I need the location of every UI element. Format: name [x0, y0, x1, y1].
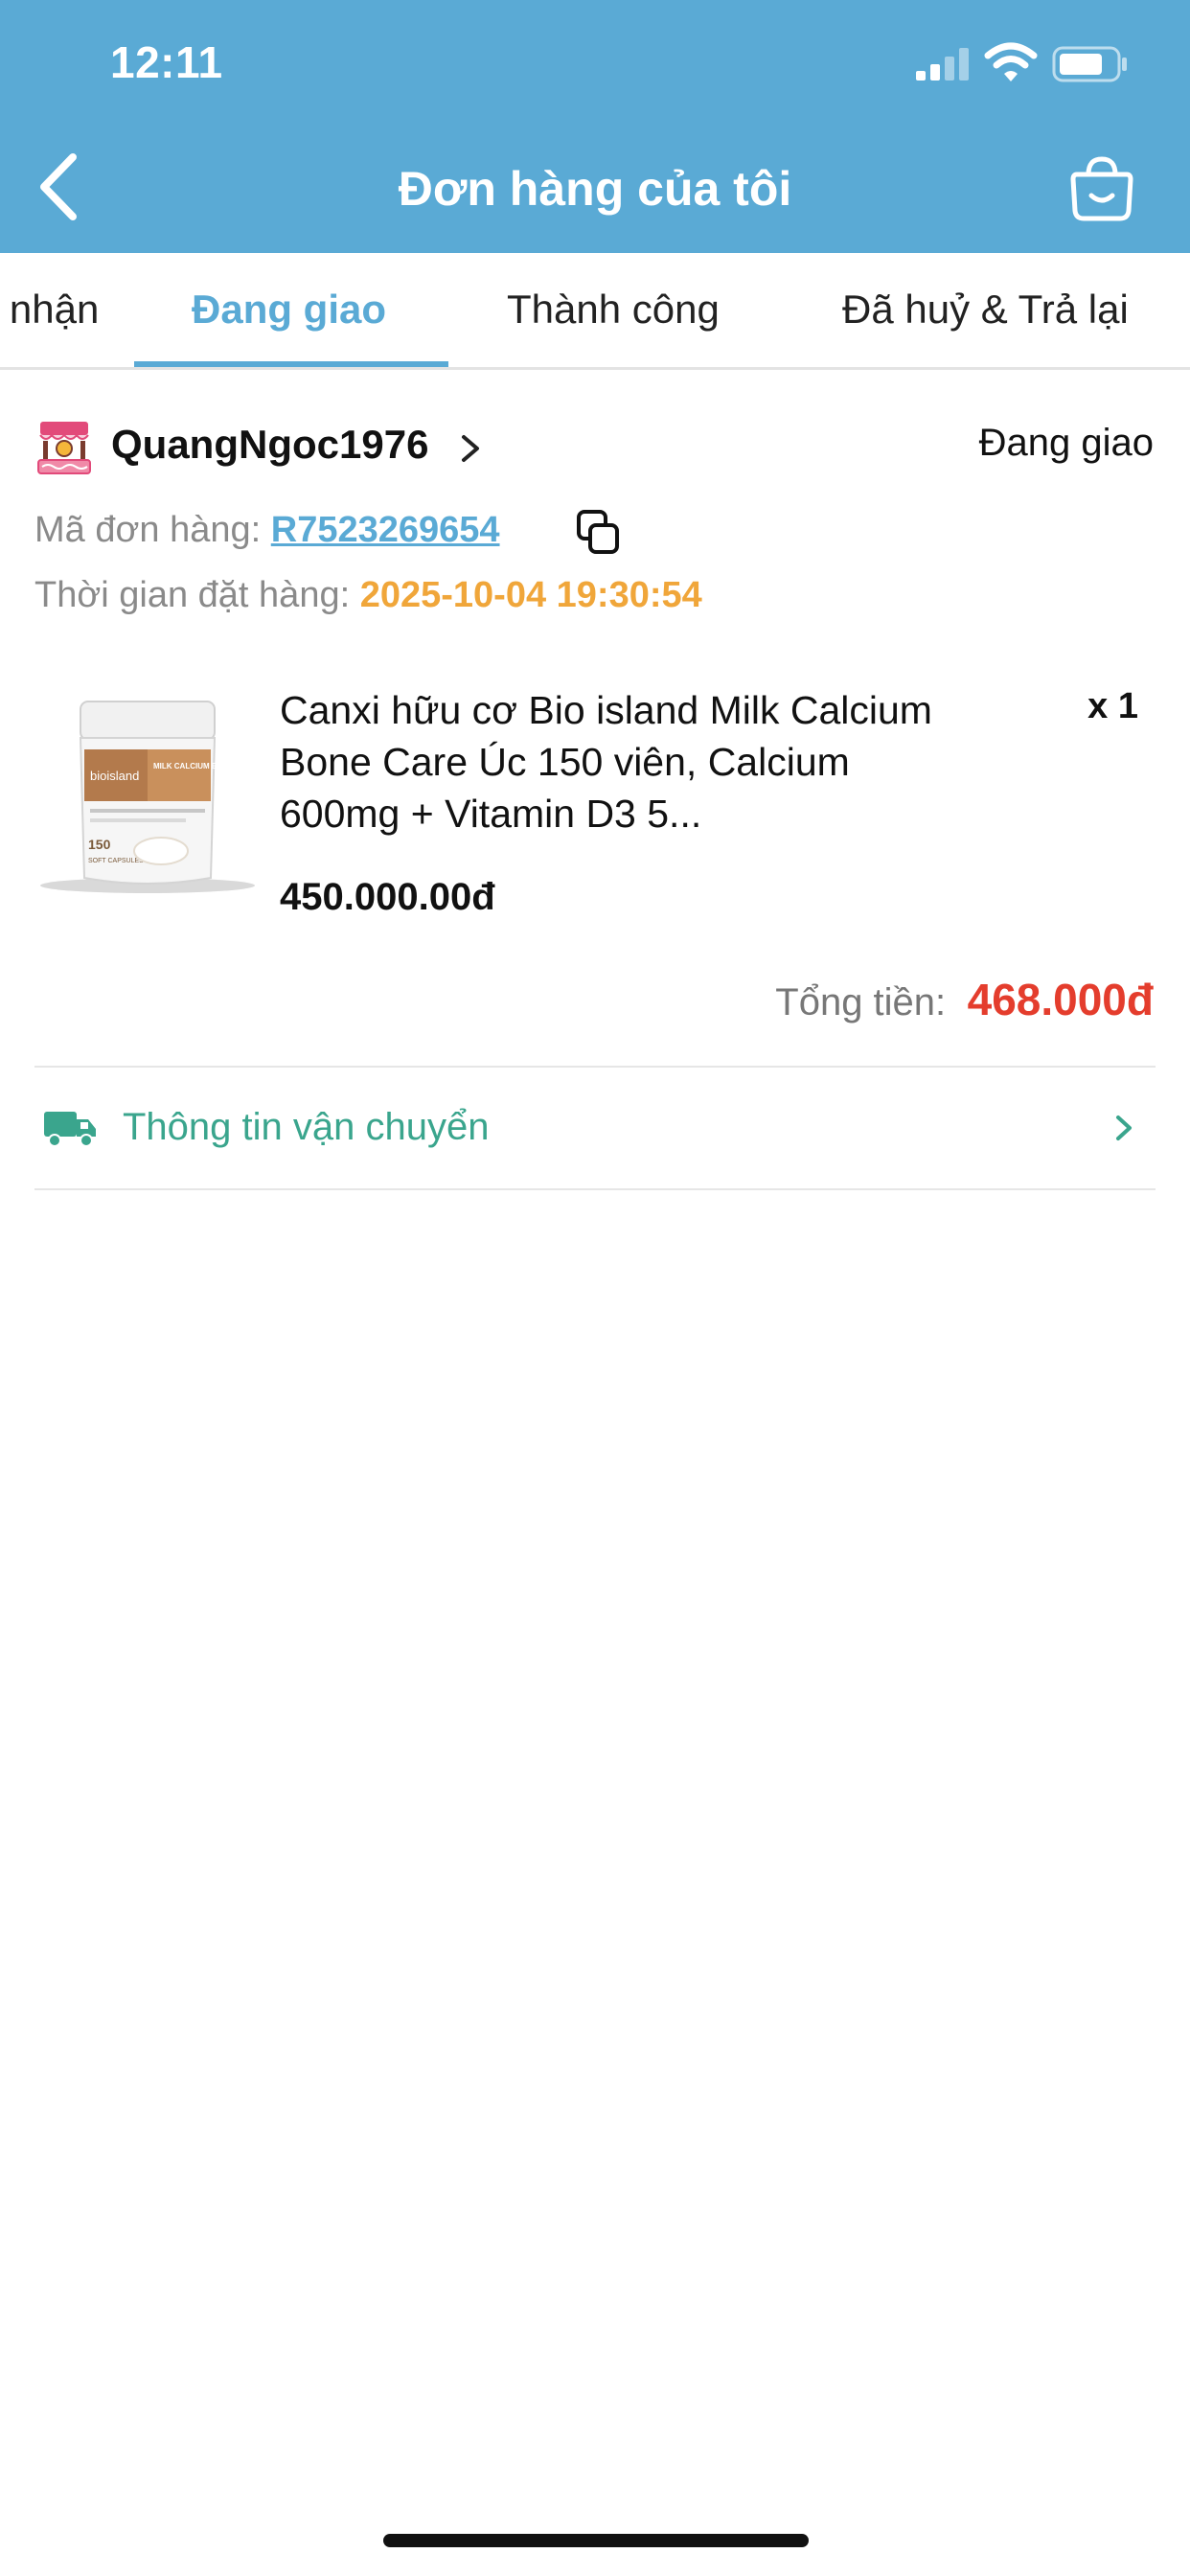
order-status-tabs: Chờ xác nhận Đang giao Thành công Đã huỷ…	[0, 253, 1190, 370]
home-indicator[interactable]	[383, 2534, 809, 2547]
shopping-bag-button[interactable]	[1065, 153, 1138, 224]
truck-icon	[44, 1112, 96, 1147]
tab-shipping[interactable]: Đang giao	[192, 253, 386, 367]
order-total-row: Tổng tiền: 468.000đ	[775, 974, 1154, 1025]
chevron-right-icon[interactable]	[456, 431, 485, 466]
order-id-link[interactable]: R7523269654	[271, 510, 500, 550]
app-header: 12:11 Đơn hàng của tôi	[0, 0, 1190, 253]
product-price: 450.000.00đ	[280, 876, 495, 918]
shop-name[interactable]: QuangNgoc1976	[111, 422, 428, 468]
product-quantity: x 1	[1087, 686, 1138, 726]
product-image[interactable]: bioisland MILK CALCIUM BONE CARE 150 SOF…	[34, 686, 261, 908]
shipping-info-row[interactable]: Thông tin vận chuyển	[34, 1068, 1156, 1188]
chevron-right-icon	[1116, 1116, 1132, 1140]
order-id-label: Mã đơn hàng:	[34, 510, 262, 550]
shipping-info-label: Thông tin vận chuyển	[123, 1106, 490, 1148]
tab-pending[interactable]: Chờ xác nhận	[0, 253, 99, 367]
wifi-icon	[984, 42, 1038, 81]
order-status: Đang giao	[978, 422, 1154, 464]
battery-icon	[1052, 46, 1127, 82]
page: 12:11 Đơn hàng của tôi nhận Đang giao Th…	[0, 0, 1190, 2576]
page-title: Đơn hàng của tôi	[398, 162, 792, 216]
order-time-row: Thời gian đặt hàng: 2025-10-04 19:30:54	[34, 575, 702, 616]
product-image-count: 150	[88, 837, 111, 852]
tab-cancelled-returned[interactable]: Đã huỷ & Trả lại	[842, 253, 1129, 367]
total-value: 468.000đ	[967, 975, 1154, 1024]
tab-completed[interactable]: Thành công	[507, 253, 720, 367]
status-time: 12:11	[110, 37, 223, 87]
cellular-signal-icon	[916, 48, 969, 80]
order-id-row: Mã đơn hàng: R7523269654	[34, 510, 500, 551]
product-image-unit: SOFT CAPSULES	[88, 858, 144, 864]
product-name[interactable]: Canxi hữu cơ Bio island Milk Calcium Bon…	[280, 684, 941, 840]
active-tab-indicator	[134, 361, 448, 367]
shop-icon	[37, 422, 91, 474]
product-image-brand: bioisland	[90, 769, 139, 783]
shopping-bag-icon	[1070, 156, 1133, 221]
divider	[34, 1188, 1156, 1190]
product-image-title: MILK CALCIUM BONE CARE	[153, 762, 259, 770]
order-time: 2025-10-04 19:30:54	[359, 575, 702, 615]
copy-icon[interactable]	[575, 508, 623, 558]
total-label: Tổng tiền:	[775, 981, 947, 1024]
order-time-label: Thời gian đặt hàng:	[34, 575, 351, 615]
